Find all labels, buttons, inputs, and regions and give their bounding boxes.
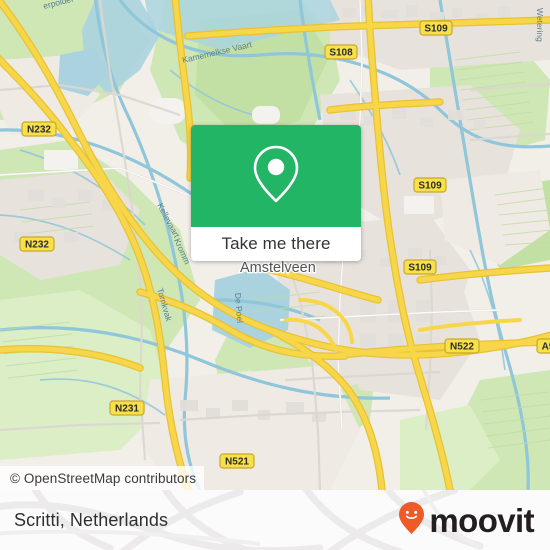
map-pin-icon: [250, 143, 302, 210]
card-pin-area: [191, 125, 361, 227]
take-me-there-label: Take me there: [221, 234, 331, 253]
road-shield-s109a: S109: [419, 20, 453, 36]
road-shield-n522: N522: [444, 338, 480, 354]
road-shield-s109b: S109: [413, 177, 447, 193]
attribution-text: © OpenStreetMap contributors: [10, 470, 197, 486]
take-me-there-button[interactable]: Take me there: [191, 227, 361, 261]
svg-text:S109: S109: [424, 24, 448, 35]
map-water-label: De Poel: [233, 292, 245, 323]
moovit-smiley-pin-icon: [398, 501, 425, 540]
road-shield-s109c: S109: [403, 259, 437, 275]
map-city-label: Amstelveen: [240, 260, 316, 276]
svg-text:S108: S108: [329, 48, 353, 59]
map-attribution: © OpenStreetMap contributors: [0, 466, 205, 490]
moovit-wordmark: moovit: [429, 501, 534, 539]
road-shield-n232: N232: [21, 121, 57, 137]
road-shield-n231: N231: [109, 400, 145, 416]
moovit-map-share-card: .green{fill:#cfe6b5} .greend{fill:#c3e0a…: [0, 0, 550, 550]
location-title-text: Scritti, Netherlands: [14, 509, 169, 530]
road-shield-n521: N521: [219, 453, 255, 469]
road-shield-a9: A9: [536, 338, 550, 354]
svg-text:N521: N521: [225, 457, 249, 468]
location-title: Scritti, Netherlands: [14, 490, 168, 550]
svg-text:N231: N231: [115, 404, 139, 415]
svg-text:N522: N522: [450, 342, 474, 353]
road-shield-n232b: N232: [19, 236, 55, 252]
moovit-logo[interactable]: moovit: [398, 490, 535, 550]
map-water-label: Wetering: [535, 8, 545, 42]
take-me-there-card[interactable]: Take me there: [191, 125, 361, 261]
svg-text:N232: N232: [25, 240, 49, 251]
svg-text:N232: N232: [27, 125, 51, 136]
footer-bar: Scritti, Netherlands moovit: [0, 490, 550, 550]
svg-text:A9: A9: [542, 342, 550, 353]
svg-text:S109: S109: [418, 181, 442, 192]
road-shield-s108: S108: [324, 44, 358, 60]
svg-text:S109: S109: [408, 263, 432, 274]
